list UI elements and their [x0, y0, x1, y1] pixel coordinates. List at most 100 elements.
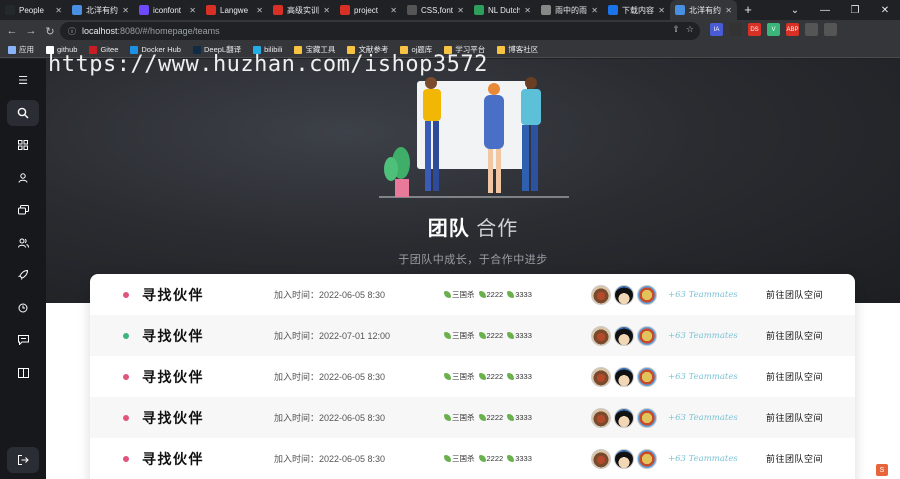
go-to-team-space-link[interactable]: 前往团队空间: [766, 288, 823, 301]
avatar[interactable]: [591, 366, 611, 387]
go-to-team-space-link[interactable]: 前往团队空间: [766, 411, 823, 424]
teammates-count[interactable]: +63 Teammates: [668, 372, 738, 382]
logout-icon[interactable]: [7, 447, 39, 473]
browser-tab[interactable]: iconfont ✕: [134, 0, 201, 20]
status-dot: [123, 373, 129, 380]
address-bar[interactable]: ⓘ localhost:8080/#/homepage/teams ⇪ ☆: [60, 22, 700, 40]
apps-icon: [8, 45, 16, 54]
bookmark-apps[interactable]: 应用: [8, 44, 34, 55]
avatar[interactable]: [637, 325, 657, 346]
avatar[interactable]: [614, 284, 634, 305]
go-to-team-space-link[interactable]: 前往团队空间: [766, 329, 823, 342]
page-icon: [407, 5, 417, 15]
close-tab-icon[interactable]: ✕: [256, 6, 263, 15]
tag-label: 3333: [515, 331, 532, 340]
leaf-icon: [444, 414, 451, 421]
ds-extension-icon[interactable]: DS: [748, 23, 761, 36]
browser-tab[interactable]: 下载内容 ✕: [603, 0, 670, 20]
close-tab-icon[interactable]: ✕: [189, 6, 196, 15]
browser-tab[interactable]: 北洋有约 ✕: [670, 0, 737, 20]
bookmark-star-icon[interactable]: ☆: [686, 24, 694, 35]
close-tab-icon[interactable]: ✕: [725, 6, 732, 15]
sidebar-icon[interactable]: [824, 23, 837, 36]
menu-icon[interactable]: ☰: [7, 67, 39, 93]
adblock-icon[interactable]: ABP: [786, 23, 799, 36]
messages-icon[interactable]: [7, 197, 39, 223]
browser-tab[interactable]: project ✕: [335, 0, 402, 20]
browser-tab[interactable]: People ✕: [0, 0, 67, 20]
avatar[interactable]: [614, 448, 634, 469]
browser-tab[interactable]: 雨中的雨 ✕: [536, 0, 603, 20]
browser-tab[interactable]: 高级实训 ✕: [268, 0, 335, 20]
share-icon[interactable]: ⇪: [672, 24, 680, 35]
avatar[interactable]: [614, 366, 634, 387]
avatar[interactable]: [637, 284, 657, 305]
team-list-card: 寻找伙伴 加入时间：2022-06-05 8:30 三国杀 2222 3333 +63 T…: [90, 274, 855, 479]
page-icon: [72, 5, 82, 15]
puzzle-extensions-icon[interactable]: [805, 23, 818, 36]
maximize-icon[interactable]: ❐: [840, 0, 870, 20]
teammates-count[interactable]: +63 Teammates: [668, 290, 738, 300]
go-to-team-space-link[interactable]: 前往团队空间: [766, 370, 823, 383]
avatar[interactable]: [591, 407, 611, 428]
leaf-icon: [478, 455, 486, 462]
close-window-icon[interactable]: ✕: [870, 0, 900, 20]
g-icon: [206, 5, 216, 15]
close-tab-icon[interactable]: ✕: [55, 6, 62, 15]
dashboard-icon[interactable]: [7, 132, 39, 158]
forward-icon[interactable]: →: [23, 23, 39, 39]
avatar[interactable]: [614, 325, 634, 346]
teammates-count[interactable]: +63 Teammates: [668, 413, 738, 423]
teammates-count[interactable]: +63 Teammates: [668, 331, 738, 341]
close-tab-icon[interactable]: ✕: [323, 6, 330, 15]
close-tab-icon[interactable]: ✕: [524, 6, 531, 15]
book-icon[interactable]: [7, 360, 39, 386]
hero-subtitle: 于团队中成长，于合作中进步: [398, 254, 548, 266]
pen-extension-icon[interactable]: [729, 23, 742, 36]
avatar[interactable]: [614, 407, 634, 428]
browser-tab[interactable]: Langwe ✕: [201, 0, 268, 20]
history-icon[interactable]: [7, 295, 39, 321]
avatar[interactable]: [591, 448, 611, 469]
user-icon[interactable]: [7, 165, 39, 191]
close-tab-icon[interactable]: ✕: [390, 6, 397, 15]
tab-search-icon[interactable]: ⌄: [780, 0, 810, 20]
team-tags: 三国杀 2222 3333: [444, 330, 532, 341]
chat-icon[interactable]: [7, 327, 39, 353]
avatar[interactable]: [637, 448, 657, 469]
avatar[interactable]: [591, 325, 611, 346]
close-tab-icon[interactable]: ✕: [591, 6, 598, 15]
avatar[interactable]: [637, 366, 657, 387]
bookmark-label: 博客社区: [508, 45, 539, 54]
browser-tab[interactable]: 北洋有约 ✕: [67, 0, 134, 20]
close-tab-icon[interactable]: ✕: [122, 6, 129, 15]
minimize-icon[interactable]: —: [810, 0, 840, 20]
teammates-count[interactable]: +63 Teammates: [668, 454, 738, 464]
avatar[interactable]: [591, 284, 611, 305]
close-tab-icon[interactable]: ✕: [457, 6, 464, 15]
team-tags: 三国杀 2222 3333: [444, 371, 532, 382]
corner-tool-icon[interactable]: S: [876, 464, 888, 476]
leaf-icon: [507, 291, 515, 298]
site-info-icon[interactable]: ⓘ: [68, 26, 76, 37]
team-icon[interactable]: [7, 230, 39, 256]
close-tab-icon[interactable]: ✕: [658, 6, 665, 15]
leaf-icon: [444, 373, 451, 380]
hero-title: 团队 合作: [427, 218, 519, 240]
tab-title: People: [19, 5, 44, 15]
tab-title: 高级实训: [287, 5, 319, 15]
leaf-icon: [444, 291, 451, 298]
rocket-icon[interactable]: [7, 262, 39, 288]
search-icon[interactable]: [7, 99, 39, 126]
browser-tab[interactable]: CSS,font ✕: [402, 0, 469, 20]
tag-label: 三国杀: [452, 454, 475, 463]
reload-icon[interactable]: ↻: [42, 23, 58, 39]
go-to-team-space-link[interactable]: 前往团队空间: [766, 452, 823, 465]
ia-extension-icon[interactable]: IA: [710, 23, 723, 36]
avatar[interactable]: [637, 407, 657, 428]
browser-tab[interactable]: NL Dutch ✕: [469, 0, 536, 20]
vue-devtools-icon[interactable]: V: [767, 23, 780, 36]
bookmark-folder[interactable]: 博客社区: [497, 44, 538, 55]
new-tab-button[interactable]: +: [737, 0, 759, 20]
back-icon[interactable]: ←: [4, 23, 20, 39]
